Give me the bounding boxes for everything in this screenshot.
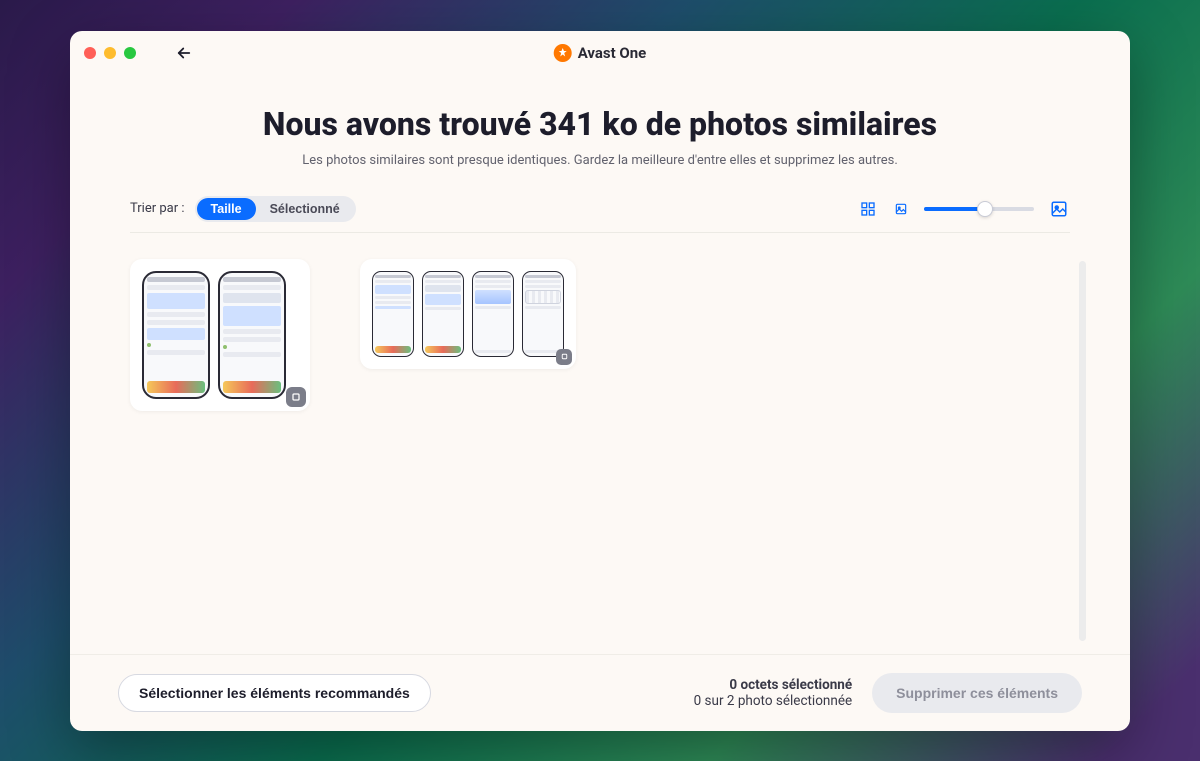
thumbnail[interactable] — [142, 271, 210, 399]
brand: Avast One — [554, 44, 647, 62]
sort-by-size-button[interactable]: Taille — [197, 198, 256, 220]
select-recommended-button[interactable]: Sélectionner les éléments recommandés — [118, 674, 431, 712]
arrow-left-icon — [175, 44, 193, 62]
thumbnail-large-button[interactable] — [1048, 198, 1070, 220]
brand-name: Avast One — [578, 44, 647, 62]
photo-group-1[interactable] — [130, 259, 310, 411]
bytes-selected: 0 octets sélectionné — [694, 677, 853, 693]
selection-checkbox[interactable] — [286, 387, 306, 407]
close-window-button[interactable] — [84, 47, 96, 59]
stack-icon — [290, 391, 302, 403]
heading-emphasis: 341 ko — [539, 105, 638, 143]
photo-groups — [130, 259, 1070, 411]
footer-right: 0 octets sélectionné 0 sur 2 photo sélec… — [694, 673, 1082, 713]
toolbar: Trier par : Taille Sélectionné — [70, 184, 1130, 232]
thumbnail[interactable] — [218, 271, 286, 399]
maximize-window-button[interactable] — [124, 47, 136, 59]
stack-icon — [560, 352, 569, 361]
brand-logo-icon — [554, 44, 572, 62]
photo-group-2[interactable] — [360, 259, 576, 369]
selection-status: 0 octets sélectionné 0 sur 2 photo sélec… — [694, 677, 853, 709]
delete-selected-button[interactable]: Supprimer ces éléments — [872, 673, 1082, 713]
heading-after: de photos similaires — [638, 105, 937, 143]
sort-by-selected-button[interactable]: Sélectionné — [256, 198, 354, 220]
titlebar: Avast One — [70, 31, 1130, 75]
back-button[interactable] — [172, 41, 196, 65]
image-small-icon — [894, 202, 908, 216]
image-large-icon — [1050, 200, 1068, 218]
page-title: Nous avons trouvé 341 ko de photos simil… — [110, 105, 1090, 143]
slider-fill — [924, 207, 985, 211]
view-controls — [858, 198, 1070, 220]
slider-thumb[interactable] — [977, 201, 993, 217]
sort-controls: Trier par : Taille Sélectionné — [130, 196, 356, 222]
app-window: Avast One Nous avons trouvé 341 ko de ph… — [70, 31, 1130, 731]
thumbnail[interactable] — [372, 271, 414, 357]
sort-label: Trier par : — [130, 201, 185, 216]
sort-segmented: Taille Sélectionné — [195, 196, 356, 222]
grid-view-button[interactable] — [858, 199, 878, 219]
thumbnail[interactable] — [522, 271, 564, 357]
minimize-window-button[interactable] — [104, 47, 116, 59]
results-area — [70, 233, 1130, 654]
count-selected: 0 sur 2 photo sélectionnée — [694, 693, 853, 709]
page-subtitle: Les photos similaires sont presque ident… — [110, 153, 1090, 168]
scrollbar[interactable] — [1079, 261, 1086, 641]
page-header: Nous avons trouvé 341 ko de photos simil… — [70, 75, 1130, 184]
footer: Sélectionner les éléments recommandés 0 … — [70, 654, 1130, 731]
window-controls — [84, 47, 136, 59]
heading-before: Nous avons trouvé — [263, 105, 539, 143]
thumbnail[interactable] — [422, 271, 464, 357]
thumbnail-small-button[interactable] — [892, 200, 910, 218]
grid-icon — [860, 201, 876, 217]
thumbnail[interactable] — [472, 271, 514, 357]
thumbnail-size-slider[interactable] — [924, 207, 1034, 211]
selection-checkbox[interactable] — [556, 349, 572, 365]
